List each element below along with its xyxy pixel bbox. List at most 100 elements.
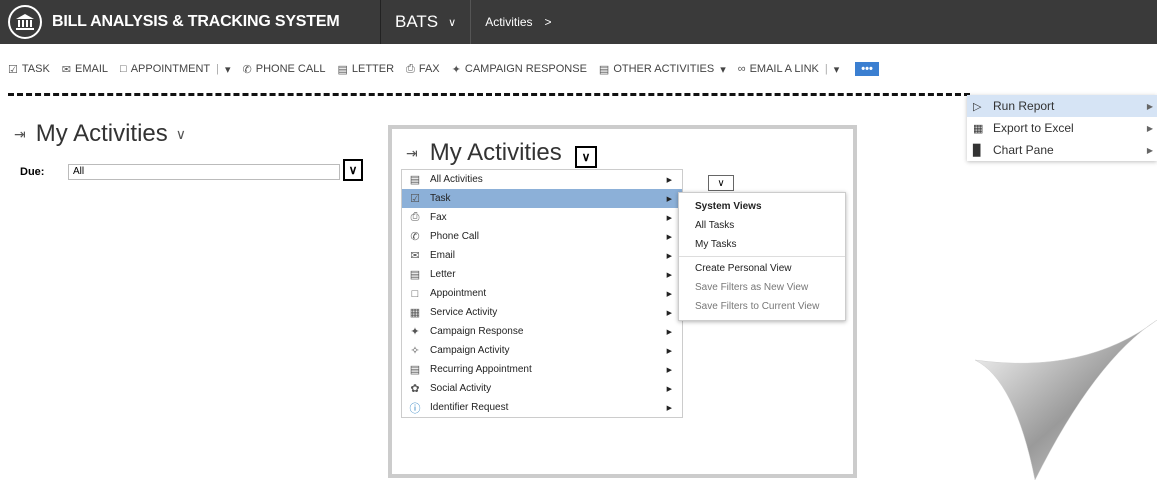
arrow-right-icon: ▶	[666, 328, 672, 336]
task-views-submenu: System Views All Tasks My Tasks Create P…	[678, 192, 846, 321]
screenshot-canvas: BILL ANALYSIS & TRACKING SYSTEM BATS ∨ A…	[0, 0, 1157, 481]
menu-item-label: Recurring Appointment	[430, 364, 532, 375]
dashed-separator	[8, 93, 970, 96]
cmd-fax-button[interactable]: ⎙ FAX	[406, 63, 440, 76]
save-filters-new-view[interactable]: Save Filters as New View	[679, 278, 845, 297]
view-all-tasks[interactable]: All Tasks	[679, 216, 845, 235]
menu-item-fax[interactable]: ⎙ Fax ▶	[402, 208, 682, 227]
fax-icon: ⎙	[406, 62, 415, 75]
menu-item-label: Campaign Response	[430, 326, 524, 337]
save-filters-current-view[interactable]: Save Filters to Current View	[679, 297, 845, 316]
cmd-task-button[interactable]: ☑ TASK	[8, 63, 50, 76]
cmd-label: OTHER ACTIVITIES	[613, 63, 715, 75]
menu-item-identifier-request[interactable]: ⓘ Identifier Request ▶	[402, 398, 682, 417]
menu-item-recurring-appointment[interactable]: ▤ Recurring Appointment ▶	[402, 360, 682, 379]
cmd-label: EMAIL	[75, 63, 109, 75]
more-commands-button[interactable]: •••	[855, 62, 879, 76]
task-checkbox-icon: ☑	[8, 63, 18, 76]
link-icon: ∞	[737, 63, 746, 75]
campaign-response-icon: ✦	[410, 326, 420, 338]
due-dropdown-button[interactable]: ∨	[343, 159, 363, 181]
cmd-other-activities-button[interactable]: ▤ OTHER ACTIVITIES ▾	[599, 63, 726, 76]
menu-item-service-activity[interactable]: ▦ Service Activity ▶	[402, 303, 682, 322]
menu-item-label: Campaign Activity	[430, 345, 510, 356]
cmd-label: APPOINTMENT	[130, 63, 211, 75]
menu-item-label: Task	[430, 193, 451, 204]
arrow-right-icon: ▶	[666, 309, 672, 317]
inset-view-title: ⇥ My Activities	[406, 139, 562, 167]
page-title: My Activities	[35, 120, 168, 147]
arrow-right-icon: ▶	[666, 290, 672, 298]
app-name: BATS	[395, 12, 439, 31]
cmd-email-a-link-button[interactable]: ∞ EMAIL A LINK | ▾	[738, 63, 840, 76]
view-title[interactable]: ⇥ My Activities ∨	[14, 120, 186, 148]
dropdown-arrow-icon[interactable]: ▾	[834, 63, 840, 76]
menu-item-phone-call[interactable]: ✆ Phone Call ▶	[402, 227, 682, 246]
arrow-right-icon: ▶	[666, 176, 672, 184]
chevron-right-icon: ▶	[1146, 101, 1153, 111]
divider: |	[824, 63, 828, 75]
menu-item-label: Appointment	[430, 288, 487, 299]
cmd-appointment-button[interactable]: □ APPOINTMENT | ▾	[120, 63, 231, 76]
chevron-down-icon: ∨	[348, 163, 358, 177]
appointment-icon: □	[411, 287, 419, 300]
create-personal-view[interactable]: Create Personal View	[679, 259, 845, 278]
dropdown-arrow-icon[interactable]: ▾	[225, 63, 231, 76]
phone-icon: ✆	[410, 231, 420, 243]
activity-type-menu: ▤ All Activities ▶ ☑ Task ▶ ⎙ Fax ▶ ✆ Phone Cal…	[401, 169, 683, 418]
view-selector-button[interactable]: ∨	[575, 146, 597, 168]
menu-item-label: Fax	[430, 212, 447, 223]
menu-item-label: Service Activity	[430, 307, 498, 318]
cmd-letter-button[interactable]: ▤ LETTER	[337, 63, 394, 76]
menu-item-email[interactable]: ✉ Email ▶	[402, 246, 682, 265]
arrow-right-icon: ▶	[666, 347, 672, 355]
service-activity-icon: ▦	[409, 307, 421, 319]
menu-item-all-activities[interactable]: ▤ All Activities ▶	[402, 170, 682, 189]
menu-item-task[interactable]: ☑ Task ▶	[402, 189, 682, 208]
chevron-right-icon: ▶	[1146, 145, 1153, 155]
app-switcher[interactable]: BATS ∨	[381, 0, 470, 44]
chevron-down-icon[interactable]: ∨	[176, 126, 186, 143]
due-select[interactable]: All	[68, 164, 340, 180]
cmd-label: EMAIL A LINK	[749, 63, 819, 75]
menu-item-label: Run Report	[993, 99, 1055, 113]
menu-item-social-activity[interactable]: ✿ Social Activity ▶	[402, 379, 682, 398]
due-filter-row: Due: All	[20, 164, 340, 180]
breadcrumb[interactable]: Activities >	[470, 0, 565, 44]
page-curl-decoration	[974, 320, 1157, 481]
capitol-seal-icon	[8, 5, 42, 39]
menu-item-export-to-excel[interactable]: ▦ Export to Excel ▶	[967, 117, 1157, 139]
menu-item-letter[interactable]: ▤ Letter ▶	[402, 265, 682, 284]
cmd-label: LETTER	[351, 63, 395, 75]
cmd-campaign-response-button[interactable]: ✦ CAMPAIGN RESPONSE	[452, 63, 587, 76]
inset-filter-dropdown[interactable]: ∨	[708, 175, 734, 191]
menu-item-appointment[interactable]: □ Appointment ▶	[402, 284, 682, 303]
chart-icon: ▉	[973, 144, 982, 157]
arrow-right-icon: ▶	[666, 214, 672, 222]
menu-item-label: Email	[430, 250, 456, 261]
email-icon: ✉	[410, 250, 420, 262]
divider: |	[216, 63, 219, 75]
letter-icon: ▤	[337, 63, 348, 76]
cmd-phone-call-button[interactable]: ✆ PHONE CALL	[243, 63, 326, 76]
cmd-label: TASK	[21, 63, 50, 75]
chevron-right-icon: >	[544, 15, 552, 29]
menu-item-label: Chart Pane	[993, 143, 1054, 157]
view-my-tasks[interactable]: My Tasks	[679, 235, 845, 254]
menu-item-chart-pane[interactable]: ▉ Chart Pane ▶	[967, 139, 1157, 161]
menu-item-campaign-response[interactable]: ✦ Campaign Response ▶	[402, 322, 682, 341]
chevron-down-icon: ∨	[717, 177, 725, 189]
arrow-right-icon: ▶	[666, 233, 672, 241]
menu-item-label: Social Activity	[430, 383, 492, 394]
arrow-right-icon: ▶	[666, 366, 672, 374]
letter-icon: ▤	[409, 269, 421, 281]
app-logo[interactable]: BILL ANALYSIS & TRACKING SYSTEM	[0, 0, 380, 44]
pin-icon[interactable]: ⇥	[14, 126, 26, 143]
email-icon: ✉	[61, 63, 72, 76]
cmd-email-button[interactable]: ✉ EMAIL	[62, 63, 108, 76]
menu-item-run-report[interactable]: ▷ Run Report ▶	[967, 95, 1157, 117]
dropdown-arrow-icon: ▾	[720, 63, 726, 76]
system-title: BILL ANALYSIS & TRACKING SYSTEM	[52, 13, 340, 30]
breadcrumb-activities: Activities	[485, 15, 533, 29]
menu-item-campaign-activity[interactable]: ✧ Campaign Activity ▶	[402, 341, 682, 360]
